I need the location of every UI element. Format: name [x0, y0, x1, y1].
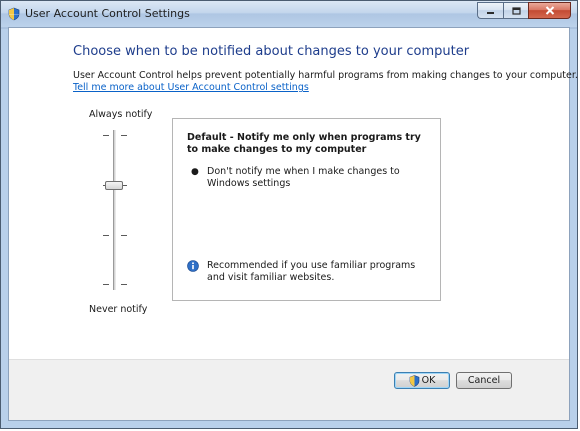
slider-thumb[interactable]	[105, 180, 123, 190]
minimize-icon	[487, 11, 494, 14]
uac-shield-icon	[8, 7, 20, 21]
maximize-button[interactable]	[503, 2, 528, 19]
level-detail-text: Don't notify me when I make changes to W…	[207, 166, 400, 189]
level-description-box: Default - Notify me only when programs t…	[172, 118, 441, 301]
slider-tick-3-right	[121, 235, 127, 236]
slider-tick-4-left	[103, 284, 109, 285]
client-area: Choose when to be notified about changes…	[8, 27, 578, 421]
uac-shield-icon	[409, 374, 419, 387]
minimize-button[interactable]	[477, 2, 503, 19]
close-button[interactable]	[528, 2, 571, 19]
level-title: Default - Notify me only when programs t…	[187, 132, 421, 155]
always-notify-label: Always notify	[89, 109, 153, 120]
title-bar[interactable]: User Account Control Settings	[1, 1, 577, 27]
learn-more-link[interactable]: Tell me more about User Account Control …	[73, 82, 309, 93]
slider-tick-3-left	[103, 235, 109, 236]
bullet-dot: ●	[191, 167, 199, 177]
slider-track[interactable]	[113, 130, 116, 290]
window-title: User Account Control Settings	[25, 7, 190, 20]
maximize-icon	[511, 6, 521, 15]
notification-level-slider[interactable]	[93, 130, 137, 290]
page-heading: Choose when to be notified about changes…	[73, 44, 470, 59]
slider-tick-1-right	[121, 135, 127, 136]
cancel-button[interactable]: Cancel	[456, 372, 512, 389]
recommendation-text: Recommended if you use familiar programs…	[207, 260, 416, 283]
cancel-button-label: Cancel	[467, 375, 501, 386]
ok-button[interactable]: OK	[394, 372, 450, 389]
uac-settings-window: User Account Control Settings Choose whe…	[0, 0, 578, 429]
description-text: User Account Control helps prevent poten…	[73, 70, 578, 81]
ok-button-label: OK	[421, 375, 436, 386]
slider-tick-1-left	[103, 135, 109, 136]
dialog-footer: OK Cancel	[9, 359, 569, 420]
never-notify-label: Never notify	[89, 304, 148, 315]
info-icon	[187, 260, 199, 272]
close-icon	[545, 6, 554, 15]
caption-buttons	[477, 2, 571, 19]
slider-tick-4-right	[121, 284, 127, 285]
